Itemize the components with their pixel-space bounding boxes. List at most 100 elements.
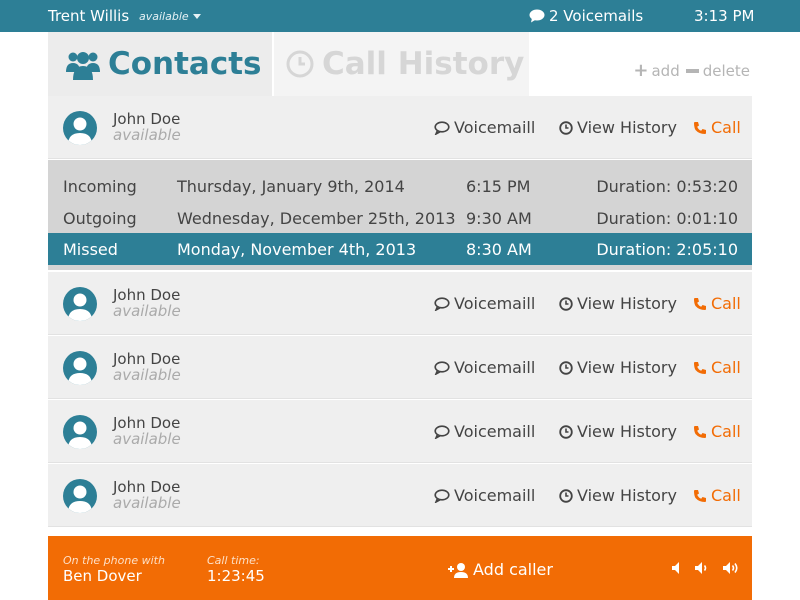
call-button[interactable]: Call bbox=[693, 118, 741, 137]
call-button[interactable]: Call bbox=[693, 422, 741, 441]
view-history-label: View History bbox=[577, 486, 677, 505]
view-history-button[interactable]: View History bbox=[559, 422, 677, 441]
avatar bbox=[63, 351, 97, 385]
phone-icon bbox=[694, 297, 706, 310]
caret-down-icon[interactable] bbox=[193, 14, 201, 19]
voicemail-label: Voicemaill bbox=[454, 422, 536, 441]
voicemails-count: 2 Voicemails bbox=[549, 7, 644, 25]
call-time: 1:23:45 bbox=[207, 567, 265, 585]
call-button[interactable]: Call bbox=[693, 358, 741, 377]
voicemail-label: Voicemaill bbox=[454, 358, 536, 377]
view-history-button[interactable]: View History bbox=[559, 118, 677, 137]
tab-call-history[interactable]: Call History bbox=[274, 32, 529, 96]
phone-icon bbox=[694, 489, 706, 502]
history-row-incoming[interactable]: Incoming Thursday, January 9th, 2014 6:1… bbox=[48, 170, 752, 202]
voicemail-button[interactable]: Voicemaill bbox=[434, 422, 535, 441]
voicemail-button[interactable]: Voicemaill bbox=[434, 358, 535, 377]
volume-off-icon[interactable] bbox=[670, 561, 684, 575]
contact-status: available bbox=[113, 430, 181, 448]
add-caller-button[interactable]: Add caller bbox=[447, 560, 553, 579]
contact-status: available bbox=[113, 126, 181, 144]
view-history-label: View History bbox=[577, 294, 677, 313]
contact-status: available bbox=[113, 366, 181, 384]
speech-bubble-icon bbox=[434, 360, 450, 375]
tab-contacts[interactable]: Contacts bbox=[48, 32, 272, 96]
history-type: Outgoing bbox=[63, 209, 137, 228]
contact-row[interactable]: John Doe available Voicemaill View Histo… bbox=[48, 272, 752, 335]
speech-bubble-icon bbox=[434, 296, 450, 311]
volume-high-icon[interactable] bbox=[722, 561, 742, 575]
clock: 3:13 PM bbox=[694, 7, 755, 25]
history-time: 8:30 AM bbox=[466, 240, 532, 259]
active-call-bar: On the phone with Ben Dover Call time: 1… bbox=[48, 536, 752, 600]
contact-row[interactable]: John Doe available Voicemaill View Histo… bbox=[48, 464, 752, 527]
phone-icon bbox=[694, 425, 706, 438]
view-history-button[interactable]: View History bbox=[559, 358, 677, 377]
speech-bubble-icon bbox=[434, 120, 450, 135]
view-history-button[interactable]: View History bbox=[559, 486, 677, 505]
on-phone-label: On the phone with bbox=[63, 554, 165, 567]
add-caller-label: Add caller bbox=[473, 560, 553, 579]
history-date: Thursday, January 9th, 2014 bbox=[177, 177, 405, 196]
avatar bbox=[63, 479, 97, 513]
avatar bbox=[63, 111, 97, 145]
phone-icon bbox=[694, 121, 706, 134]
call-button[interactable]: Call bbox=[693, 294, 741, 313]
call-button[interactable]: Call bbox=[693, 486, 741, 505]
voicemail-button[interactable]: Voicemaill bbox=[434, 294, 535, 313]
clock-icon bbox=[559, 120, 573, 135]
history-duration: Duration: 0:01:10 bbox=[596, 209, 738, 228]
add-contact-button[interactable]: add bbox=[651, 62, 679, 80]
call-label: Call bbox=[711, 118, 741, 137]
user-name: Trent Willis bbox=[48, 7, 130, 25]
user-silhouette-icon bbox=[68, 357, 92, 385]
view-history-button[interactable]: View History bbox=[559, 294, 677, 313]
contact-status: available bbox=[113, 302, 181, 320]
view-history-label: View History bbox=[577, 118, 677, 137]
contact-row[interactable]: John Doe available Voicemaill View Histo… bbox=[48, 400, 752, 463]
view-history-label: View History bbox=[577, 358, 677, 377]
history-type: Missed bbox=[63, 240, 118, 259]
user-silhouette-icon bbox=[68, 485, 92, 513]
speech-bubble-icon bbox=[434, 488, 450, 503]
avatar bbox=[63, 287, 97, 321]
call-label: Call bbox=[711, 422, 741, 441]
call-history-panel: Incoming Thursday, January 9th, 2014 6:1… bbox=[48, 160, 752, 270]
user-status-dropdown[interactable]: available bbox=[139, 10, 189, 23]
voicemail-button[interactable]: Voicemaill bbox=[434, 486, 535, 505]
history-duration: Duration: 0:53:20 bbox=[596, 177, 738, 196]
user-silhouette-icon bbox=[68, 421, 92, 449]
clock-icon bbox=[286, 50, 314, 78]
voicemail-label: Voicemaill bbox=[454, 118, 536, 137]
delete-contact-button[interactable]: delete bbox=[703, 62, 750, 80]
voicemail-button[interactable]: Voicemaill bbox=[434, 118, 535, 137]
speech-bubble-icon bbox=[434, 424, 450, 439]
voicemail-label: Voicemaill bbox=[454, 486, 536, 505]
avatar bbox=[63, 415, 97, 449]
clock-icon bbox=[559, 296, 573, 311]
top-bar: Trent Willis available 2 Voicemails 3:13… bbox=[0, 0, 800, 32]
tab-call-history-label: Call History bbox=[322, 46, 525, 82]
view-history-label: View History bbox=[577, 422, 677, 441]
clock-icon bbox=[559, 424, 573, 439]
voicemails-link[interactable]: 2 Voicemails bbox=[529, 7, 643, 25]
call-label: Call bbox=[711, 358, 741, 377]
volume-low-icon[interactable] bbox=[694, 561, 710, 575]
caller-name: Ben Dover bbox=[63, 567, 142, 585]
user-silhouette-icon bbox=[68, 293, 92, 321]
user-silhouette-icon bbox=[68, 117, 92, 145]
clock-icon bbox=[559, 488, 573, 503]
contact-status: available bbox=[113, 494, 181, 512]
tab-contacts-label: Contacts bbox=[108, 46, 262, 82]
history-row-outgoing[interactable]: Outgoing Wednesday, December 25th, 2013 … bbox=[48, 202, 752, 234]
contact-row[interactable]: John Doe available Voicemaill View Histo… bbox=[48, 96, 752, 159]
clock-icon bbox=[559, 360, 573, 375]
add-user-icon bbox=[448, 562, 468, 578]
history-date: Wednesday, December 25th, 2013 bbox=[177, 209, 456, 228]
speech-bubble-icon bbox=[529, 9, 545, 23]
history-type: Incoming bbox=[63, 177, 137, 196]
history-row-missed[interactable]: Missed Monday, November 4th, 2013 8:30 A… bbox=[48, 233, 752, 265]
history-duration: Duration: 2:05:10 bbox=[596, 240, 738, 259]
contact-row[interactable]: John Doe available Voicemaill View Histo… bbox=[48, 336, 752, 399]
contact-actions: + add delete bbox=[633, 62, 750, 81]
